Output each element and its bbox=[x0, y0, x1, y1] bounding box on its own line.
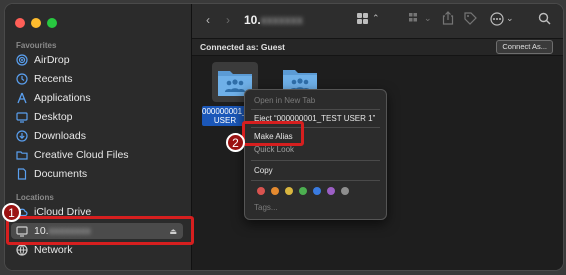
search-icon[interactable] bbox=[538, 12, 551, 28]
annotation-badge-2: 2 bbox=[226, 133, 245, 152]
tag-blue[interactable] bbox=[313, 187, 321, 195]
grid-view-icon[interactable] bbox=[356, 12, 369, 28]
tag-red[interactable] bbox=[257, 187, 265, 195]
more-chevron-icon[interactable]: ⌄ bbox=[506, 13, 514, 24]
menu-separator bbox=[251, 160, 380, 161]
redacted-text: xxxxxxx bbox=[260, 13, 303, 27]
sidebar-item-applications[interactable]: Applications bbox=[16, 90, 186, 106]
sidebar-item-documents[interactable]: Documents bbox=[16, 166, 186, 182]
group-icon[interactable] bbox=[408, 12, 422, 28]
sidebar-item-label: Applications bbox=[34, 92, 91, 104]
sidebar-item-label: AirDrop bbox=[34, 54, 70, 66]
sidebar-item-label: Recents bbox=[34, 73, 73, 85]
menu-item-copy[interactable]: Copy bbox=[254, 166, 273, 175]
connection-status: Connected as: Guest bbox=[200, 42, 286, 52]
menu-item-tags[interactable]: Tags... bbox=[254, 203, 278, 212]
window-controls bbox=[15, 18, 57, 28]
sidebar-item-creative-cloud[interactable]: Creative Cloud Files bbox=[16, 147, 186, 163]
connection-bar: Connected as: Guest Connect As... bbox=[192, 39, 563, 56]
sidebar-item-label: Downloads bbox=[34, 130, 86, 142]
sidebar-item-label: Network bbox=[34, 244, 73, 256]
sidebar-item-label: Desktop bbox=[34, 111, 73, 123]
view-chevron-icon[interactable]: ⌃ bbox=[372, 13, 380, 24]
zoom-button[interactable] bbox=[47, 18, 57, 28]
annotation-badge-1: 1 bbox=[2, 203, 21, 222]
tag-orange[interactable] bbox=[271, 187, 279, 195]
sidebar-item-airdrop[interactable]: AirDrop bbox=[16, 52, 186, 68]
annotation-highlight-2 bbox=[242, 121, 304, 146]
airdrop-icon bbox=[16, 54, 28, 66]
desktop-icon bbox=[16, 112, 28, 123]
folder-icon bbox=[16, 151, 28, 160]
annotation-highlight-1 bbox=[6, 216, 194, 245]
menu-item-quick-look[interactable]: Quick Look bbox=[254, 145, 294, 154]
downloads-icon bbox=[16, 130, 28, 142]
tag-color-row bbox=[257, 187, 349, 195]
connect-as-button[interactable]: Connect As... bbox=[496, 40, 553, 54]
sidebar-item-desktop[interactable]: Desktop bbox=[16, 109, 186, 125]
document-icon bbox=[17, 168, 27, 180]
menu-separator bbox=[251, 180, 380, 181]
forward-button[interactable]: › bbox=[226, 13, 230, 27]
sidebar-item-recents[interactable]: Recents bbox=[16, 71, 186, 87]
sidebar-item-downloads[interactable]: Downloads bbox=[16, 128, 186, 144]
title-text: 10. bbox=[244, 13, 261, 27]
tag-icon[interactable] bbox=[464, 12, 477, 28]
tag-green[interactable] bbox=[299, 187, 307, 195]
tag-purple[interactable] bbox=[327, 187, 335, 195]
clock-icon bbox=[16, 73, 28, 85]
back-button[interactable]: ‹ bbox=[206, 13, 210, 27]
tag-gray[interactable] bbox=[341, 187, 349, 195]
sidebar-item-label: Documents bbox=[34, 168, 88, 180]
favourites-heading: Favourites bbox=[16, 41, 57, 50]
applications-icon bbox=[17, 92, 27, 104]
toolbar: ‹ › 10.xxxxxxx ⌃ ⌄ ⌄ bbox=[192, 4, 563, 39]
context-menu: Open in New Tab Eject “000000001_TEST US… bbox=[244, 89, 387, 220]
sidebar-item-label: Creative Cloud Files bbox=[34, 149, 129, 161]
menu-separator bbox=[251, 109, 380, 110]
window-title: 10.xxxxxxx bbox=[244, 13, 303, 27]
close-button[interactable] bbox=[15, 18, 25, 28]
more-actions-icon[interactable] bbox=[490, 12, 504, 29]
tag-yellow[interactable] bbox=[285, 187, 293, 195]
locations-heading: Locations bbox=[16, 193, 54, 202]
share-icon[interactable] bbox=[442, 11, 454, 28]
minimize-button[interactable] bbox=[31, 18, 41, 28]
network-icon bbox=[16, 244, 28, 256]
menu-item-open-new-tab[interactable]: Open in New Tab bbox=[254, 96, 315, 105]
group-chevron-icon[interactable]: ⌄ bbox=[424, 13, 432, 24]
